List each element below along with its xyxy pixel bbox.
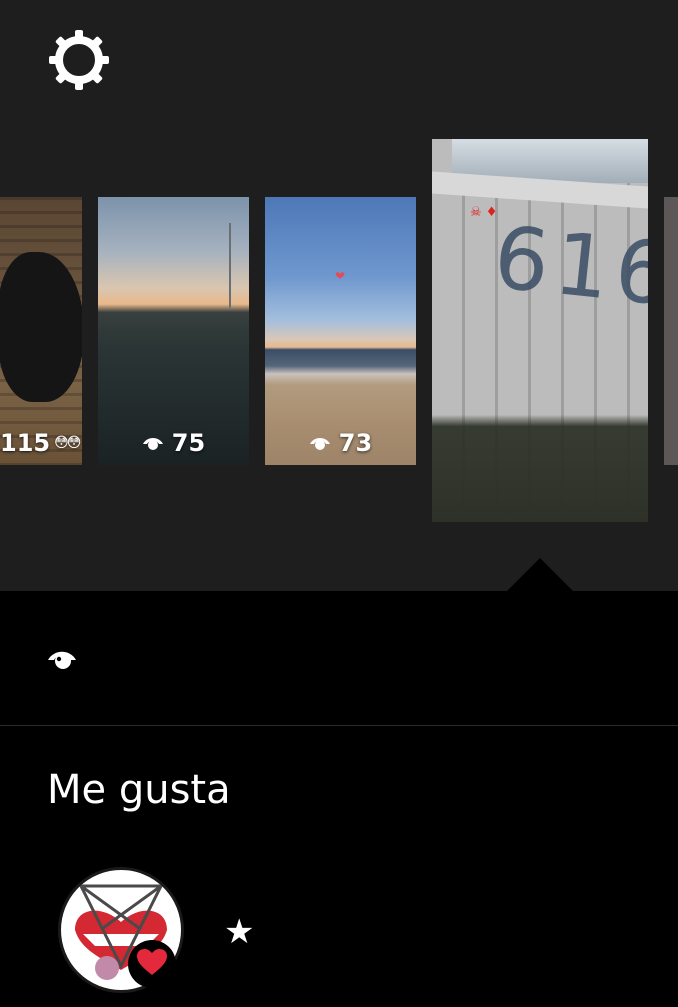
story-thumbnail[interactable]: 115 😳😳 [0, 197, 82, 465]
view-count: 75 [171, 429, 206, 457]
graffiti-art: 616 [489, 207, 648, 327]
gear-icon [46, 27, 112, 97]
story-views: 75 [98, 429, 249, 457]
story-thumbnail[interactable]: 75 [98, 197, 249, 465]
story-views: 73 [265, 429, 416, 457]
lamp-post [229, 223, 231, 308]
star-icon: ★ [224, 912, 255, 952]
eye-icon [47, 647, 77, 675]
eye-icon [142, 429, 164, 457]
heart-icon [136, 948, 168, 980]
flushed-emoji: 😳😳 [54, 435, 81, 451]
likes-heading: Me gusta [47, 767, 231, 813]
settings-button[interactable] [44, 27, 114, 97]
story-views: 115 😳😳 [0, 429, 82, 457]
view-count: 115 [0, 429, 51, 457]
viewers-section[interactable] [0, 591, 678, 725]
section-divider [0, 725, 678, 726]
view-count: 73 [338, 429, 373, 457]
story-thumbnail-selected[interactable]: ☠ ♦ 616 [432, 139, 648, 522]
story-thumbnail[interactable] [664, 197, 678, 465]
selection-pointer [506, 558, 574, 592]
like-badge [128, 940, 176, 988]
sticker-icons: ☠ ♦ [470, 205, 498, 220]
eye-icon [309, 429, 331, 457]
heart-sticker-icon: ❤ [335, 269, 346, 283]
redaction-mark [0, 252, 82, 402]
story-thumbnail[interactable]: ❤ 73 [265, 197, 416, 465]
